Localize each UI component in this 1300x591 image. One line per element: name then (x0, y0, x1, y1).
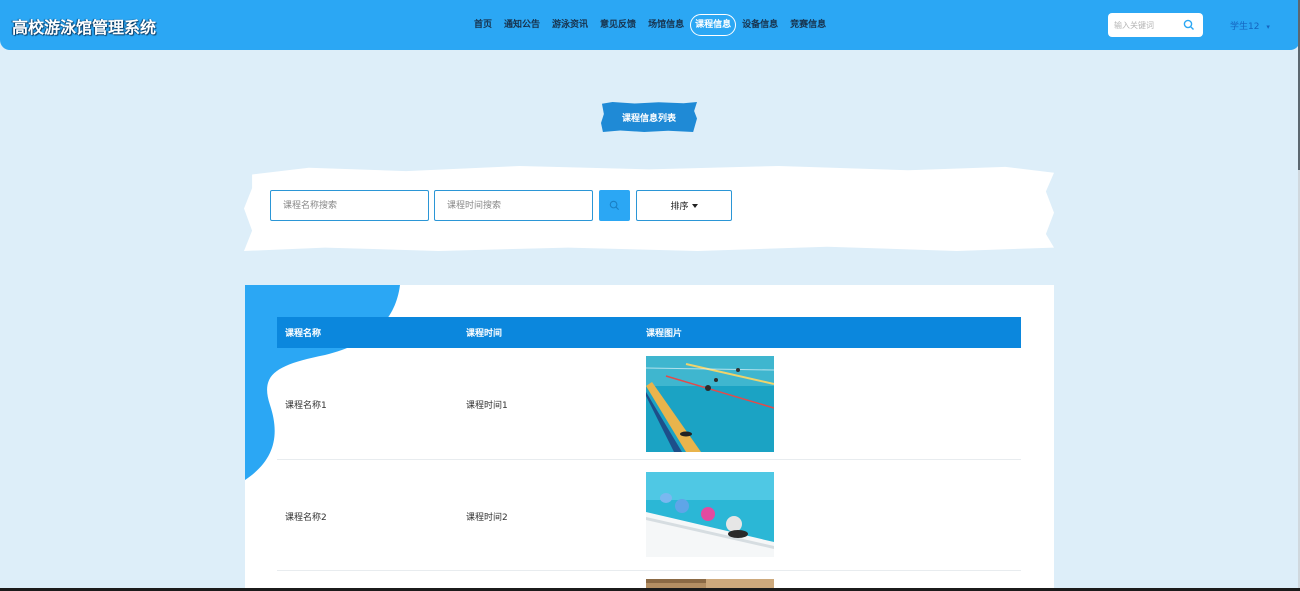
course-time-search-input[interactable] (434, 190, 593, 221)
sort-label: 排序 (670, 202, 689, 212)
search-icon[interactable] (1183, 19, 1195, 31)
course-table-card: 课程名称 课程时间 课程图片 课程名称1 课程时间1 课程名称2 课程时间2 (245, 285, 1054, 591)
course-name-search-input[interactable] (270, 190, 429, 221)
caret-down-icon (691, 203, 698, 208)
course-name: 课程名称2 (285, 513, 327, 523)
nav-item-notices[interactable]: 通知公告 (498, 14, 546, 36)
sort-dropdown-button[interactable]: 排序 (636, 190, 732, 221)
nav-item-courses[interactable]: 课程信息 (690, 14, 737, 36)
course-image[interactable] (646, 472, 774, 557)
chevron-down-icon: ▾ (1266, 23, 1270, 31)
nav-item-swim-news[interactable]: 游泳资讯 (546, 14, 594, 36)
nav-item-venues[interactable]: 场馆信息 (642, 14, 690, 36)
search-icon (609, 200, 620, 211)
table-row[interactable]: 课程名称1 课程时间1 (277, 348, 1021, 460)
column-header-name: 课程名称 (285, 329, 322, 339)
main-nav: 首页 通知公告 游泳资讯 意见反馈 场馆信息 课程信息 设备信息 竞赛信息 (468, 14, 832, 36)
brand-title[interactable]: 高校游泳馆管理系统 (12, 14, 156, 38)
nav-item-equipment[interactable]: 设备信息 (736, 14, 784, 36)
page-title: 课程信息列表 (601, 102, 697, 132)
search-button[interactable] (599, 190, 630, 221)
column-header-time: 课程时间 (466, 329, 503, 339)
course-image[interactable] (646, 356, 774, 452)
table-row[interactable]: 课程名称2 课程时间2 (277, 460, 1021, 571)
user-name: 学生12 (1230, 22, 1260, 32)
top-header: 高校游泳馆管理系统 首页 通知公告 游泳资讯 意见反馈 场馆信息 课程信息 设备… (0, 0, 1300, 50)
nav-item-feedback[interactable]: 意见反馈 (594, 14, 642, 36)
header-search-input[interactable] (1114, 13, 1180, 37)
course-time: 课程时间1 (466, 401, 508, 411)
header-search (1108, 13, 1203, 37)
nav-item-competitions[interactable]: 竞赛信息 (784, 14, 832, 36)
table-header: 课程名称 课程时间 课程图片 (277, 317, 1021, 348)
course-name: 课程名称1 (285, 401, 327, 411)
course-time: 课程时间2 (466, 513, 508, 523)
column-header-image: 课程图片 (646, 329, 683, 339)
user-menu[interactable]: 学生12 ▾ (1230, 19, 1270, 32)
nav-item-home[interactable]: 首页 (468, 14, 498, 36)
